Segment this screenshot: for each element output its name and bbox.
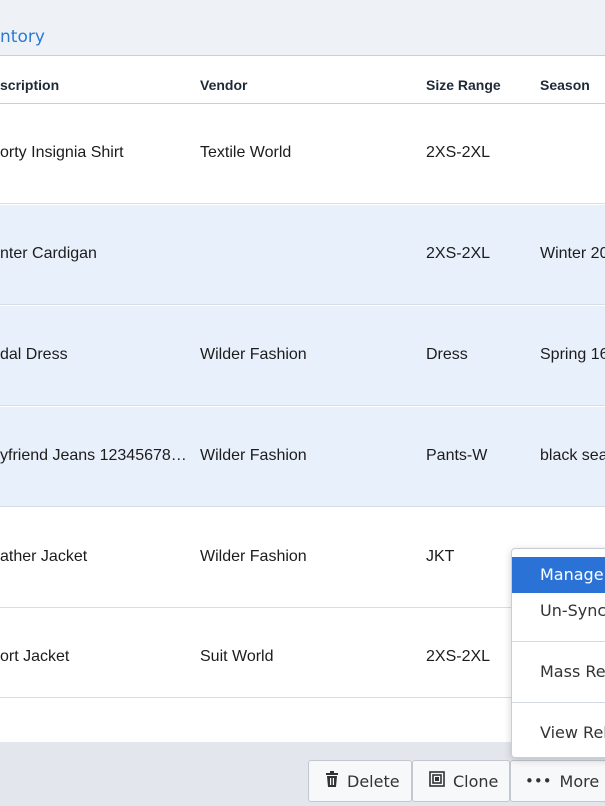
table-header: scription Vendor Size Range Season (0, 56, 605, 104)
table-row[interactable]: dal Dress Wilder Fashion Dress Spring 16 (0, 306, 605, 406)
cell-description: ather Jacket (0, 548, 88, 565)
cell-vendor: Wilder Fashion (200, 346, 307, 363)
cell-vendor: Wilder Fashion (200, 447, 307, 464)
table-row[interactable]: nter Cardigan 2XS-2XL Winter 20 (0, 205, 605, 305)
table-row[interactable]: yfriend Jeans 12345678… Wilder Fashion P… (0, 407, 605, 507)
page-header: ntory (0, 0, 605, 56)
delete-label: Delete (347, 771, 400, 791)
cell-size-range: Dress (426, 346, 468, 363)
cell-size-range: 2XS-2XL (426, 144, 491, 161)
menu-item-mass-replace[interactable]: Mass Rep (512, 654, 605, 690)
cell-size-range: Pants-W (426, 447, 488, 464)
delete-button[interactable]: Delete (308, 760, 412, 802)
cell-vendor: Suit World (200, 648, 274, 665)
column-header-description[interactable]: scription (0, 77, 59, 93)
column-header-vendor[interactable]: Vendor (200, 77, 247, 93)
breadcrumb-inventory[interactable]: ntory (0, 27, 45, 47)
table-row[interactable]: orty Insignia Shirt Textile World 2XS-2X… (0, 104, 605, 204)
cell-vendor: Textile World (200, 144, 292, 161)
more-label: More (559, 771, 600, 791)
cell-season: black sea (540, 447, 605, 464)
cell-season: Spring 16 (540, 346, 605, 363)
cell-size-range: 2XS-2XL (426, 245, 491, 262)
cell-description: yfriend Jeans 12345678… (0, 447, 187, 464)
cell-description: ort Jacket (0, 648, 70, 665)
menu-divider (512, 641, 605, 642)
clone-button[interactable]: Clone (412, 760, 510, 802)
cell-description: dal Dress (0, 346, 68, 363)
menu-divider (512, 702, 605, 703)
cell-description: nter Cardigan (0, 245, 97, 262)
more-dropdown-menu: Manage S Un-Sync Mass Rep View Rela (511, 548, 605, 758)
more-button[interactable]: ••• More ▲ (510, 760, 605, 802)
clone-icon (429, 771, 445, 791)
trash-icon (325, 771, 339, 791)
cell-season: Winter 20 (540, 245, 605, 262)
cell-description: orty Insignia Shirt (0, 144, 124, 161)
column-header-size-range[interactable]: Size Range (426, 77, 501, 93)
cell-vendor: Wilder Fashion (200, 548, 307, 565)
column-header-season[interactable]: Season (540, 77, 590, 93)
clone-label: Clone (453, 771, 499, 791)
menu-item-un-sync[interactable]: Un-Sync (512, 593, 605, 629)
ellipsis-icon: ••• (525, 772, 552, 790)
menu-item-view-related[interactable]: View Rela (512, 715, 605, 751)
menu-item-manage[interactable]: Manage S (512, 557, 605, 593)
